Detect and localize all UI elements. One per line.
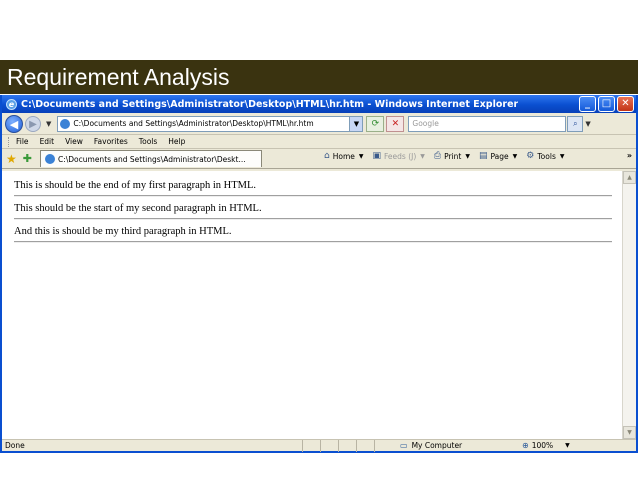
search-options-dropdown[interactable]: ▼	[585, 120, 590, 128]
zoom-icon: ⊕	[522, 441, 529, 450]
paragraph-1: This is should be the end of my first pa…	[14, 180, 257, 191]
minimize-button[interactable]: _	[579, 96, 596, 112]
page-label: Page	[490, 151, 509, 161]
address-input[interactable]: C:\Documents and Settings\Administrator\…	[57, 115, 364, 132]
more-commands-icon[interactable]: »	[627, 151, 632, 160]
chevron-down-icon[interactable]: ▼	[359, 153, 364, 160]
computer-icon: ▭	[400, 441, 408, 450]
feeds-button[interactable]: ▣ Feeds (J) ▼	[373, 151, 425, 161]
status-bar: Done ▭ My Computer ⊕ 100% ▼	[2, 439, 636, 452]
chevron-down-icon[interactable]: ▼	[565, 442, 570, 449]
feeds-label: Feeds (J)	[384, 151, 417, 161]
chevron-down-icon[interactable]: ▼	[420, 153, 425, 160]
menu-edit[interactable]: Edit	[40, 137, 55, 146]
menu-view[interactable]: View	[65, 137, 83, 146]
paragraph-2: This should be the start of my second pa…	[14, 203, 262, 214]
horizontal-rule	[14, 241, 612, 243]
status-cell	[374, 439, 392, 452]
address-dropdown[interactable]: ▼	[349, 116, 363, 131]
search-input[interactable]: Google	[408, 115, 567, 132]
menu-help[interactable]: Help	[168, 137, 185, 146]
close-button[interactable]: ✕	[617, 96, 634, 112]
refresh-icon[interactable]: ⟳	[366, 115, 385, 132]
scroll-down-icon[interactable]: ▼	[623, 426, 636, 439]
command-bar: ⌂ Home ▼ ▣ Feeds (J) ▼ ⎙ Print ▼ ▤ Page	[324, 151, 573, 161]
window-controls: _ □ ✕	[579, 96, 634, 112]
page-content: This is should be the end of my first pa…	[2, 171, 622, 439]
menu-bar: File Edit View Favorites Tools Help	[2, 135, 636, 149]
tab-current[interactable]: C:\Documents and Settings\Administrator\…	[39, 150, 262, 167]
home-button[interactable]: ⌂ Home ▼	[324, 151, 364, 161]
zone-label: My Computer	[411, 441, 463, 450]
address-toolbar: ◀ ▶ ▼ C:\Documents and Settings\Administ…	[2, 113, 636, 135]
tools-icon: ⚙	[526, 151, 535, 161]
feeds-icon: ▣	[372, 151, 382, 161]
page-button[interactable]: ▤ Page ▼	[479, 151, 517, 161]
favorites-star-icon[interactable]: ★	[6, 152, 17, 166]
chevron-down-icon[interactable]: ▼	[513, 153, 518, 160]
tab-bar: ★ ✚ C:\Documents and Settings\Administra…	[2, 149, 636, 169]
menu-tools[interactable]: Tools	[139, 137, 157, 146]
back-arrow-icon[interactable]: ◀	[5, 114, 23, 133]
horizontal-rule	[14, 218, 612, 220]
status-cell	[320, 439, 338, 452]
slide-title: Requirement Analysis	[0, 60, 638, 94]
zoom-label: 100%	[531, 441, 554, 450]
page-icon	[44, 154, 55, 164]
chevron-down-icon[interactable]: ▼	[465, 153, 470, 160]
print-label: Print	[444, 151, 462, 161]
maximize-button[interactable]: □	[598, 96, 615, 112]
browser-window: e C:\Documents and Settings\Administrato…	[0, 95, 638, 453]
status-cell	[338, 439, 356, 452]
add-favorite-icon[interactable]: ✚	[23, 152, 32, 165]
zoom-control[interactable]: ⊕ 100% ▼	[522, 441, 570, 450]
window-titlebar[interactable]: e C:\Documents and Settings\Administrato…	[2, 95, 636, 113]
window-title: C:\Documents and Settings\Administrator\…	[21, 98, 519, 110]
print-button[interactable]: ⎙ Print ▼	[434, 151, 470, 161]
stop-icon[interactable]: ✕	[386, 115, 405, 132]
status-cell	[302, 439, 320, 452]
forward-arrow-icon[interactable]: ▶	[25, 115, 41, 132]
page-icon: ▤	[478, 151, 488, 161]
print-icon: ⎙	[433, 151, 442, 161]
home-icon: ⌂	[324, 151, 330, 161]
ie-icon: e	[6, 98, 17, 110]
vertical-scrollbar[interactable]: ▲ ▼	[622, 171, 636, 439]
status-cell	[356, 439, 374, 452]
status-text: Done	[5, 441, 25, 450]
search-icon[interactable]: ⌕	[567, 115, 584, 132]
page-viewport: This is should be the end of my first pa…	[2, 171, 636, 439]
paragraph-3: And this is should be my third paragraph…	[14, 226, 232, 237]
menu-file[interactable]: File	[16, 137, 29, 146]
home-label: Home	[332, 151, 355, 161]
history-dropdown[interactable]: ▼	[46, 120, 51, 128]
menu-favorites[interactable]: Favorites	[94, 137, 128, 146]
scroll-up-icon[interactable]: ▲	[623, 171, 636, 184]
toolbar-grip	[8, 136, 10, 147]
page-icon	[60, 118, 71, 129]
security-zone[interactable]: ▭ My Computer	[400, 441, 510, 450]
slide: Requirement Analysis e C:\Documents and …	[0, 0, 638, 479]
tab-label: C:\Documents and Settings\Administrator\…	[57, 154, 246, 164]
tools-label: Tools	[537, 151, 556, 161]
address-url: C:\Documents and Settings\Administrator\…	[73, 119, 314, 128]
tools-button[interactable]: ⚙ Tools ▼	[526, 151, 564, 161]
chevron-down-icon[interactable]: ▼	[560, 153, 565, 160]
horizontal-rule	[14, 195, 612, 197]
